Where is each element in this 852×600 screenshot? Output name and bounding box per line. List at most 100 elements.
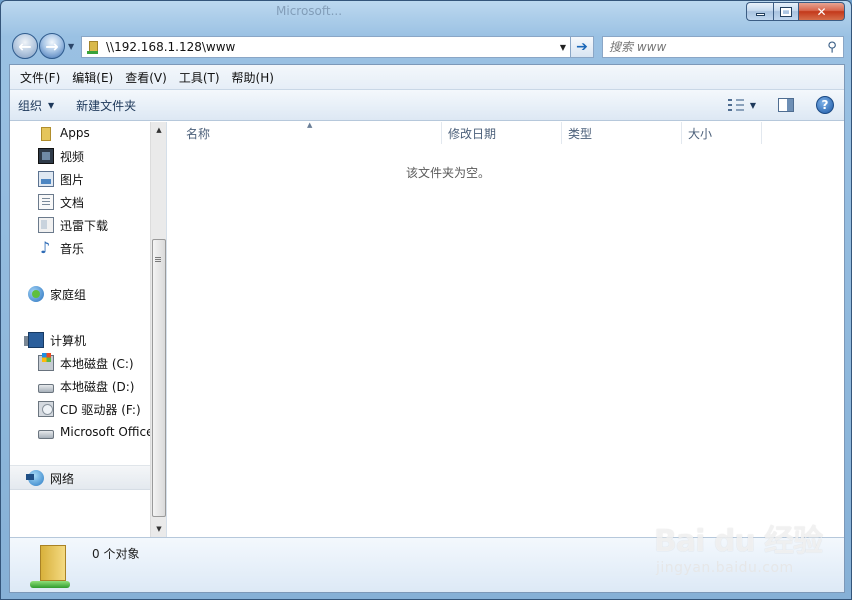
close-icon: ✕ <box>816 4 827 19</box>
menu-tools[interactable]: 工具(T) <box>173 65 226 89</box>
forward-arrow-icon: → <box>45 36 59 56</box>
nav-item-downloads[interactable]: 迅雷下载 <box>38 214 108 236</box>
recent-pages-dropdown-icon[interactable]: ▼ <box>68 42 74 51</box>
column-date-modified[interactable]: 修改日期 <box>442 122 562 144</box>
search-box[interactable]: ⚲ <box>602 36 844 58</box>
organize-button[interactable]: 组织 ▼ <box>10 90 62 120</box>
navigation-bar: ← → ▼ \\192.168.1.128\www ▼ ➔ ⚲ <box>9 33 845 61</box>
column-size[interactable]: 大小 <box>682 122 762 144</box>
menu-edit[interactable]: 编辑(E) <box>66 65 119 89</box>
music-library-icon <box>38 238 54 257</box>
new-folder-label: 新建文件夹 <box>76 98 137 113</box>
window-title: Microsoft... <box>276 4 343 18</box>
nav-item-label: 计算机 <box>50 333 87 348</box>
file-list-pane[interactable]: 名称 ▲ 修改日期 类型 大小 该文件夹为空。 <box>168 121 844 537</box>
maximize-button[interactable] <box>773 2 799 21</box>
video-library-icon <box>38 148 54 164</box>
nav-item-label: 网络 <box>50 471 75 486</box>
nav-item-label: 音乐 <box>60 241 85 256</box>
network-icon <box>26 470 44 486</box>
folder-icon <box>38 125 54 141</box>
command-bar: 组织 ▼ 新建文件夹 ▼ ? <box>10 90 844 121</box>
menu-view[interactable]: 查看(V) <box>119 65 173 89</box>
column-type-label: 类型 <box>568 126 593 141</box>
address-bar[interactable]: \\192.168.1.128\www ▼ <box>81 36 571 58</box>
scrollbar-thumb[interactable] <box>152 239 166 517</box>
column-type[interactable]: 类型 <box>562 122 682 144</box>
close-button[interactable]: ✕ <box>799 2 845 21</box>
view-options-dropdown-icon[interactable]: ▼ <box>750 101 756 110</box>
scrollbar-grip-icon <box>155 257 161 258</box>
column-name-label: 名称 <box>186 126 211 141</box>
homegroup-icon <box>28 286 44 302</box>
nav-item-label: 迅雷下载 <box>60 218 109 233</box>
forward-button[interactable]: → <box>39 33 65 59</box>
nav-item-drive-f[interactable]: CD 驱动器 (F:) <box>38 398 141 420</box>
nav-item-label: Apps <box>60 126 90 140</box>
chevron-down-icon: ▼ <box>48 100 55 110</box>
caption-buttons: ✕ <box>746 2 845 21</box>
sort-ascending-icon: ▲ <box>307 121 313 129</box>
address-text[interactable]: \\192.168.1.128\www <box>106 40 556 54</box>
search-icon[interactable]: ⚲ <box>821 40 843 55</box>
nav-item-label: CD 驱动器 (F:) <box>60 402 141 417</box>
nav-item-videos[interactable]: 视频 <box>38 145 84 167</box>
change-view-icon[interactable] <box>727 99 744 111</box>
hard-drive-icon <box>38 383 54 393</box>
nav-item-office-drive[interactable]: Microsoft Office <box>38 421 153 443</box>
documents-library-icon <box>38 194 54 210</box>
navigation-pane: Apps 视频 图片 文档 迅雷下载 ♪ 音乐 家庭组 计算机 本地磁盘 (C:… <box>10 122 167 537</box>
nav-item-label: Microsoft Office <box>60 425 154 439</box>
hard-drive-icon <box>38 429 54 439</box>
column-size-label: 大小 <box>688 126 713 141</box>
nav-item-computer[interactable]: 计算机 <box>24 329 87 351</box>
network-folder-icon <box>86 40 100 54</box>
preview-pane-icon[interactable] <box>778 98 794 112</box>
address-history-dropdown-icon[interactable]: ▼ <box>556 43 570 52</box>
go-arrow-icon: ➔ <box>576 39 588 55</box>
minimize-button[interactable] <box>746 2 773 21</box>
menu-file[interactable]: 文件(F) <box>14 65 66 89</box>
computer-icon <box>24 332 44 348</box>
cd-drive-icon <box>38 401 54 417</box>
nav-item-network[interactable]: 网络 <box>26 467 75 489</box>
nav-item-label: 家庭组 <box>50 287 87 302</box>
nav-item-label: 本地磁盘 (D:) <box>60 379 135 394</box>
pictures-library-icon <box>38 171 54 187</box>
nav-item-label: 本地磁盘 (C:) <box>60 356 134 371</box>
nav-item-label: 图片 <box>60 172 85 187</box>
nav-item-pictures[interactable]: 图片 <box>38 168 84 190</box>
nav-pane-scrollbar[interactable]: ▲ ▼ <box>150 122 166 537</box>
back-arrow-icon: ← <box>18 36 32 56</box>
menu-help[interactable]: 帮助(H) <box>226 65 280 89</box>
empty-folder-message: 该文件夹为空。 <box>405 166 490 180</box>
organize-label: 组织 <box>18 98 43 113</box>
new-folder-button[interactable]: 新建文件夹 <box>68 90 144 120</box>
minimize-icon <box>755 13 765 16</box>
nav-item-music[interactable]: 音乐 <box>38 237 84 259</box>
network-folder-large-icon <box>30 541 74 591</box>
explorer-window: Microsoft... ✕ ← → ▼ \\192.168.1.128\www… <box>0 0 852 600</box>
nav-item-label: 文档 <box>60 195 85 210</box>
menu-bar: 文件(F) 编辑(E) 查看(V) 工具(T) 帮助(H) <box>10 65 844 90</box>
back-button[interactable]: ← <box>12 33 38 59</box>
scroll-down-arrow-icon[interactable]: ▼ <box>151 521 166 537</box>
client-area: 文件(F) 编辑(E) 查看(V) 工具(T) 帮助(H) 组织 ▼ 新建文件夹… <box>9 64 845 593</box>
nav-item-drive-c[interactable]: 本地磁盘 (C:) <box>38 352 134 374</box>
maximize-icon <box>780 6 792 17</box>
details-pane: 0 个对象 <box>10 537 844 592</box>
system-drive-icon <box>38 353 54 371</box>
search-input[interactable] <box>603 38 821 56</box>
column-date-label: 修改日期 <box>448 126 497 141</box>
nav-item-drive-d[interactable]: 本地磁盘 (D:) <box>38 375 134 397</box>
nav-item-label: 视频 <box>60 149 85 164</box>
help-icon[interactable]: ? <box>816 96 834 114</box>
nav-item-apps[interactable]: Apps <box>38 122 90 144</box>
explorer-panes: Apps 视频 图片 文档 迅雷下载 ♪ 音乐 家庭组 计算机 本地磁盘 (C:… <box>10 121 844 537</box>
nav-item-homegroup[interactable]: 家庭组 <box>28 283 86 305</box>
go-button[interactable]: ➔ <box>571 36 594 58</box>
scroll-up-arrow-icon[interactable]: ▲ <box>151 122 166 138</box>
item-count: 0 个对象 <box>92 547 140 561</box>
toolbar-right: ▼ ? <box>727 90 834 120</box>
nav-item-documents[interactable]: 文档 <box>38 191 84 213</box>
